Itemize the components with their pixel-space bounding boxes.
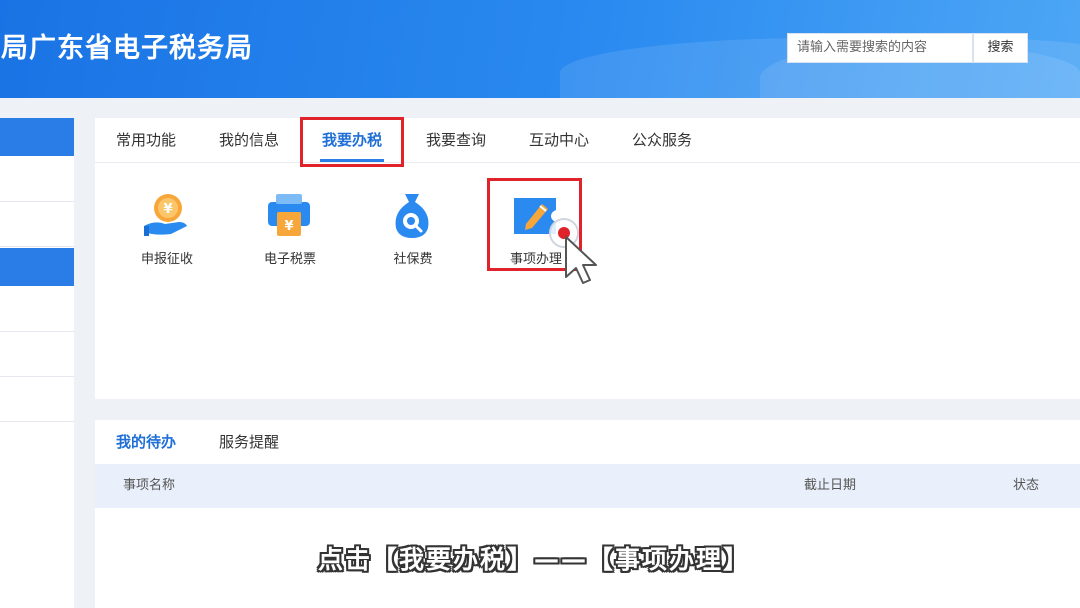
sidebar-item[interactable] <box>0 118 74 156</box>
tab-service-reminder[interactable]: 服务提醒 <box>219 420 279 464</box>
tab-my-todo[interactable]: 我的待办 <box>116 420 176 464</box>
sidebar-item[interactable] <box>0 201 74 247</box>
sidebar-item[interactable] <box>0 286 74 332</box>
tab-common-functions[interactable]: 常用功能 <box>116 118 176 162</box>
todo-table-header: 事项名称 截止日期 状态 <box>95 464 1080 508</box>
column-header-deadline: 截止日期 <box>804 478 857 493</box>
todo-panel: 我的待办 服务提醒 事项名称 截止日期 状态 <box>95 420 1080 608</box>
sidebar-item[interactable] <box>0 248 74 286</box>
tab-interaction-center[interactable]: 互动中心 <box>529 118 589 162</box>
column-header-item-name: 事项名称 <box>123 478 176 493</box>
function-label: 电子税票 <box>263 252 316 267</box>
tab-public-service[interactable]: 公众服务 <box>632 118 692 162</box>
function-label: 社保费 <box>393 252 433 267</box>
function-declare-collect[interactable]: ¥ 申报征收 <box>117 190 207 270</box>
column-header-status: 状态 <box>1013 478 1040 493</box>
coin-hand-icon: ¥ <box>144 194 187 236</box>
function-label: 申报征收 <box>140 252 193 267</box>
sidebar <box>0 118 74 608</box>
search-input[interactable]: 请输入需要搜索的内容 <box>787 33 973 63</box>
tab-my-info[interactable]: 我的信息 <box>219 118 279 162</box>
svg-text:¥: ¥ <box>284 219 293 234</box>
sidebar-item[interactable] <box>0 376 74 422</box>
printer-ticket-icon: ¥ <box>268 194 310 236</box>
main-tab-bar: 常用功能 我的信息 我要办税 我要查询 互动中心 公众服务 <box>95 118 1080 163</box>
money-bag-icon <box>395 194 429 238</box>
svg-text:¥: ¥ <box>163 202 172 217</box>
site-title: 总局广东省电子税务局 <box>0 33 253 64</box>
function-social-security[interactable]: 社保费 <box>363 190 453 270</box>
tab-query[interactable]: 我要查询 <box>426 118 486 162</box>
site-header: 总局广东省电子税务局 请输入需要搜索的内容 搜索 <box>0 0 1080 98</box>
mouse-cursor-icon <box>549 218 597 284</box>
search-button[interactable]: 搜索 <box>973 33 1028 63</box>
tab-highlight-box <box>300 117 404 167</box>
sidebar-item[interactable] <box>0 331 74 377</box>
function-e-ticket[interactable]: ¥ 电子税票 <box>240 190 330 270</box>
sidebar-item[interactable] <box>0 156 74 202</box>
video-subtitle: 点击【我要办税】——【事项办理】 <box>318 545 751 574</box>
